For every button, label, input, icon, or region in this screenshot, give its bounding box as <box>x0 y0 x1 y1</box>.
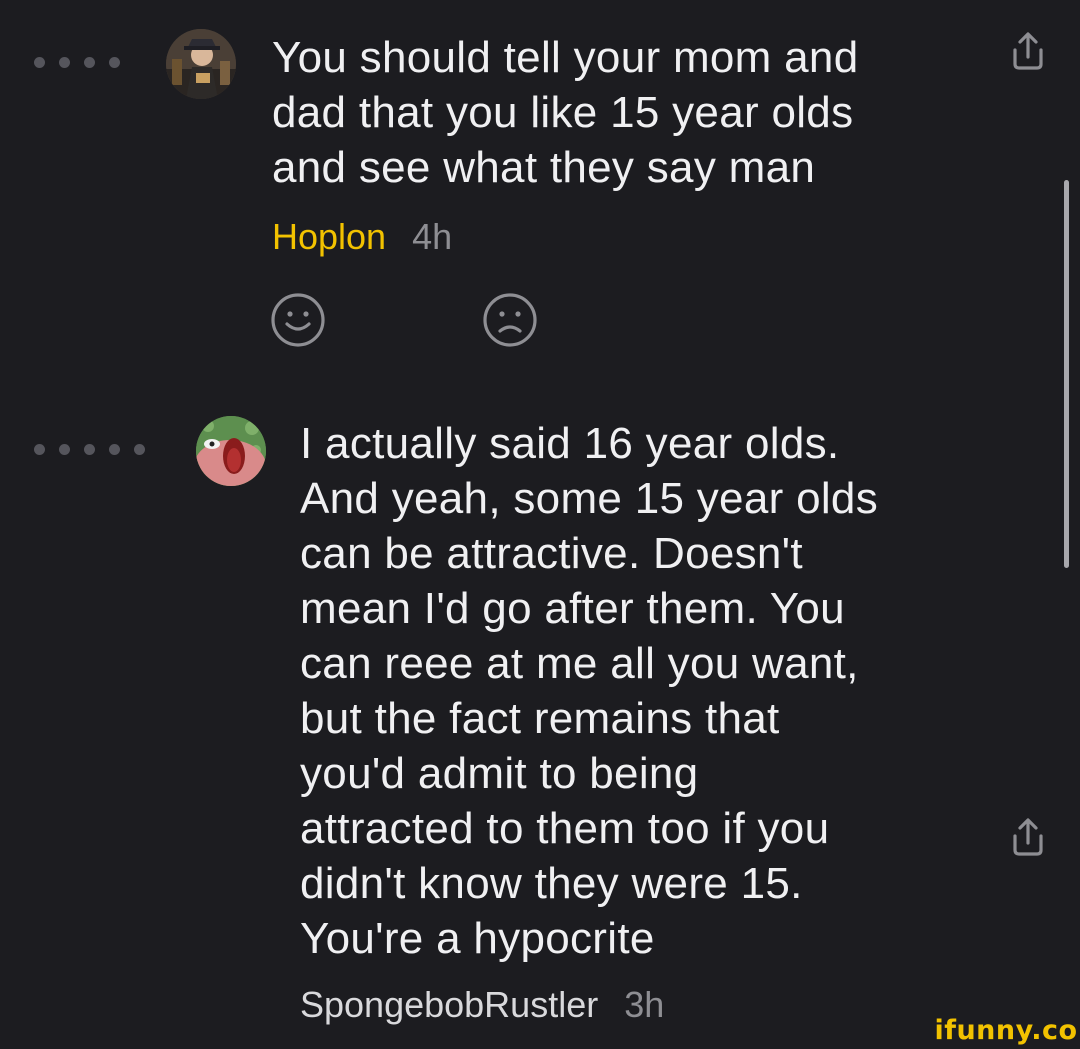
avatar-hoplon-icon[interactable] <box>166 29 236 99</box>
comment-text: You should tell your mom and dad that yo… <box>272 33 859 192</box>
scrollbar[interactable] <box>1064 180 1069 568</box>
thread-depth-indicator <box>34 57 120 68</box>
share-icon[interactable] <box>1004 814 1052 862</box>
watermark: ifunny.co <box>932 1012 1080 1049</box>
comment-meta: SpongebobRustler 3h <box>300 984 664 1026</box>
comment-meta: Hoplon 4h <box>272 216 452 258</box>
share-icon[interactable] <box>1004 28 1052 76</box>
smile-icon[interactable] <box>270 292 326 348</box>
author-name[interactable]: SpongebobRustler <box>300 984 598 1026</box>
avatar-spongebobrustler-icon[interactable] <box>196 416 266 486</box>
reaction-bar <box>270 292 538 348</box>
frown-icon[interactable] <box>482 292 538 348</box>
timestamp: 3h <box>624 984 665 1025</box>
thread-depth-indicator <box>34 444 145 455</box>
watermark-text: ifunny.co <box>934 1015 1078 1046</box>
comment-text: I actually said 16 year olds. And yeah, … <box>300 419 878 963</box>
author-name[interactable]: Hoplon <box>272 216 386 258</box>
timestamp: 4h <box>412 216 453 257</box>
